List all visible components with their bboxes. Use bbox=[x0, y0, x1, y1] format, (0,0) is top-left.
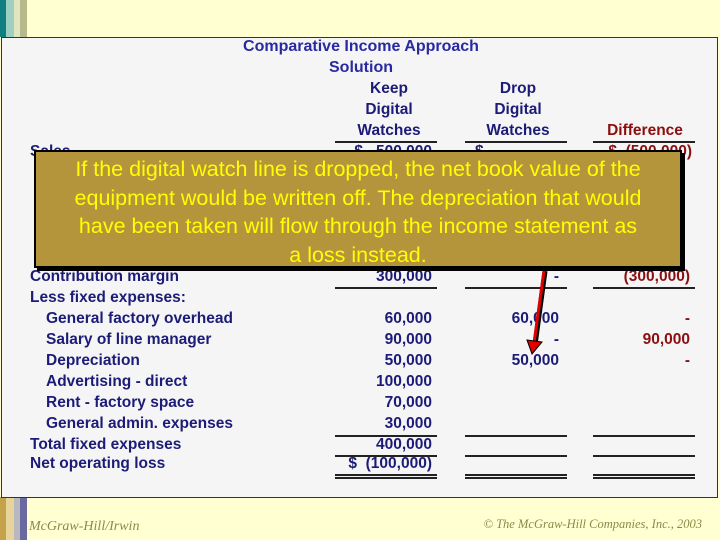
footer-copyright: © The McGraw-Hill Companies, Inc., 2003 bbox=[483, 517, 702, 531]
callout-arrow bbox=[526, 270, 548, 355]
footer-publisher: McGraw-Hill/Irwin bbox=[29, 519, 140, 534]
